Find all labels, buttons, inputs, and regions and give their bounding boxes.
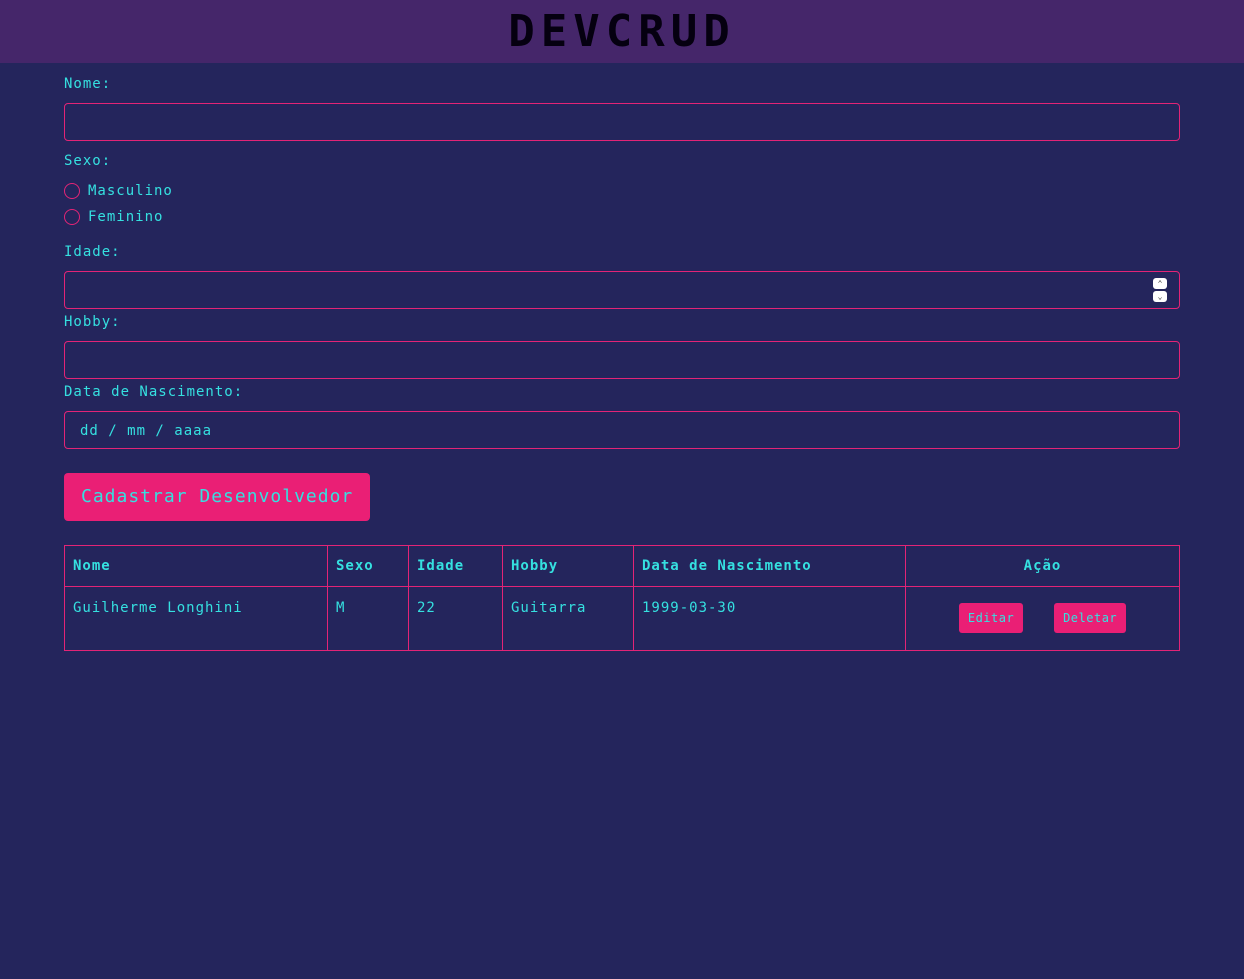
app-header: DEVCRUD (0, 0, 1244, 63)
date-placeholder: dd / mm / aaaa (80, 423, 213, 439)
chevron-down-icon[interactable]: ⌄ (1153, 291, 1167, 302)
sexo-radio-group: Masculino Feminino (64, 178, 173, 230)
radio-feminino-label: Feminino (88, 209, 164, 225)
radio-feminino[interactable]: Feminino (64, 204, 173, 230)
header-acao: Ação (905, 545, 1180, 587)
cell-acao: Editar Deletar (905, 586, 1180, 651)
cell-idade: 22 (408, 586, 503, 651)
number-spinner[interactable]: ⌃ ⌄ (1153, 278, 1167, 302)
delete-button[interactable]: Deletar (1054, 603, 1127, 633)
hobby-label: Hobby: (64, 314, 121, 330)
radio-circle-icon[interactable] (64, 183, 80, 199)
hobby-input[interactable] (64, 341, 1180, 379)
header-nascimento: Data de Nascimento (633, 545, 906, 587)
header-hobby: Hobby (502, 545, 634, 587)
cell-sexo: M (327, 586, 409, 651)
cell-nome: Guilherme Longhini (64, 586, 328, 651)
table-row: Guilherme Longhini M 22 Guitarra 1999-03… (64, 586, 1180, 651)
app-logo: DEVCRUD (508, 6, 736, 57)
header-nome: Nome (64, 545, 328, 587)
radio-masculino[interactable]: Masculino (64, 178, 173, 204)
header-sexo: Sexo (327, 545, 409, 587)
nascimento-input[interactable]: dd / mm / aaaa (64, 411, 1180, 449)
nome-label: Nome: (64, 76, 112, 92)
nome-input[interactable] (64, 103, 1180, 141)
chevron-up-icon[interactable]: ⌃ (1153, 278, 1167, 289)
table-header-row: Nome Sexo Idade Hobby Data de Nascimento… (64, 545, 1180, 587)
cell-nascimento: 1999-03-30 (633, 586, 906, 651)
edit-button[interactable]: Editar (958, 603, 1024, 633)
cell-hobby: Guitarra (502, 586, 634, 651)
developers-table: Nome Sexo Idade Hobby Data de Nascimento… (64, 545, 1180, 651)
idade-label: Idade: (64, 244, 121, 260)
cadastrar-button[interactable]: Cadastrar Desenvolvedor (64, 473, 371, 521)
header-idade: Idade (408, 545, 503, 587)
idade-input[interactable]: ⌃ ⌄ (64, 271, 1180, 309)
radio-circle-icon[interactable] (64, 209, 80, 225)
sexo-label: Sexo: (64, 153, 112, 169)
nascimento-label: Data de Nascimento: (64, 384, 244, 400)
radio-masculino-label: Masculino (88, 183, 173, 199)
